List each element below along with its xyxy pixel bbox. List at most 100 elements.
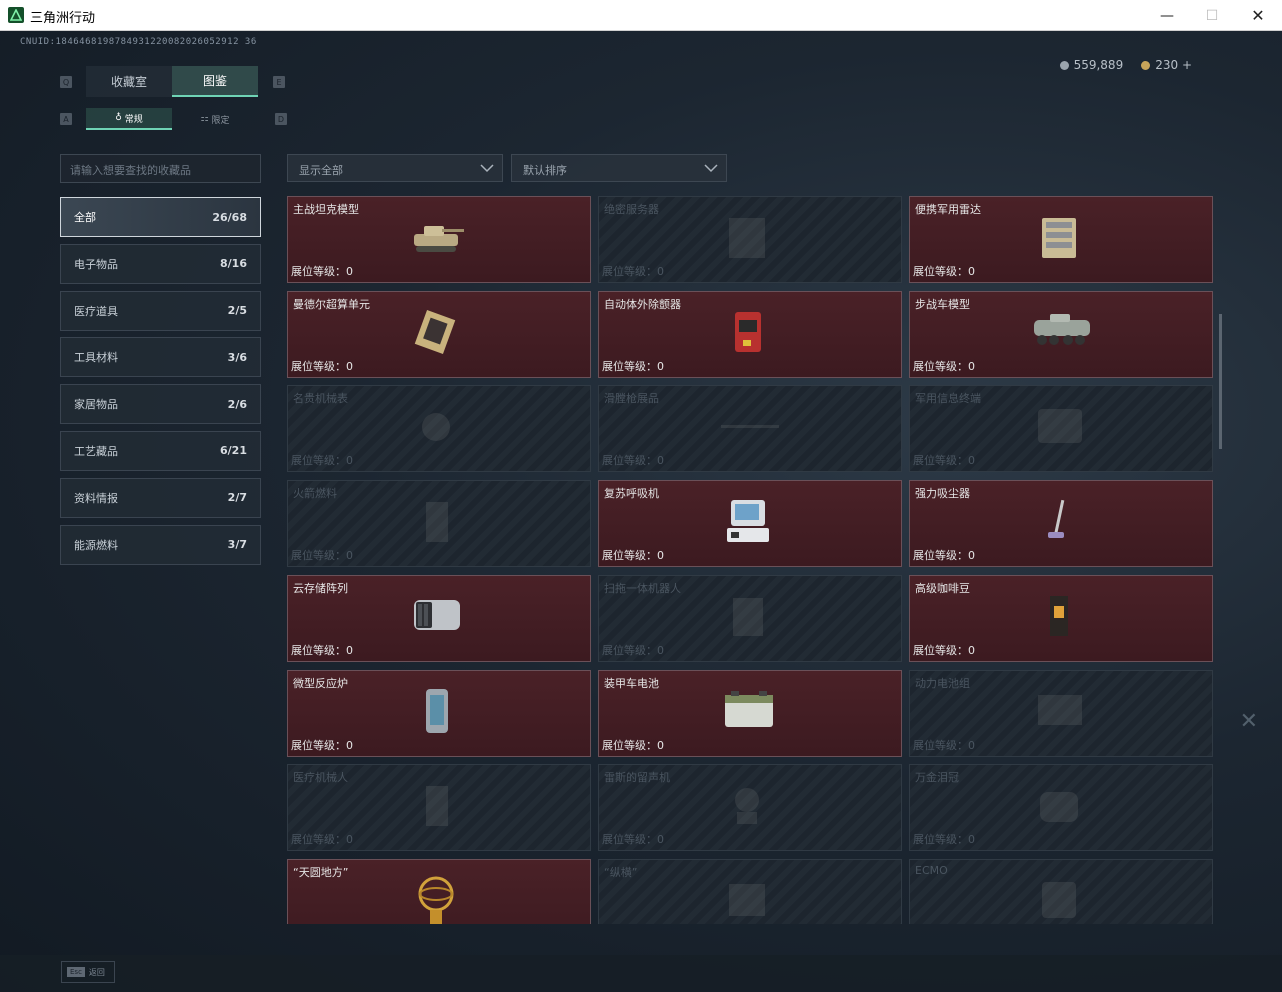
card-title: 名贵机械表 <box>293 392 348 406</box>
category-item[interactable]: 医疗道具 2/5 <box>60 290 261 331</box>
card-title: 万金泪冠 <box>915 771 959 785</box>
search-input[interactable]: 请输入想要查找的收藏品 <box>60 154 261 183</box>
level-value: 0 <box>968 738 975 752</box>
collection-card[interactable]: 名贵机械表展位等级：0 <box>287 385 591 473</box>
category-item[interactable]: 家居物品 2/6 <box>60 384 261 425</box>
collection-card[interactable]: 万金泪冠展位等级：0 <box>909 764 1213 852</box>
item-grid-viewport[interactable]: 主战坦克模型 展位等级：0 绝密服务器 展位等级：0 便携军用雷达 展位等级：0 曼德尔超算… <box>287 196 1215 924</box>
collection-card[interactable]: 火箭燃料 展位等级：0 <box>287 480 591 568</box>
level-value: 0 <box>968 833 975 847</box>
category-label: 工具材料 <box>74 351 118 365</box>
collection-card[interactable]: 主战坦克模型 展位等级：0 <box>287 196 591 283</box>
add-currency-button[interactable]: + <box>1182 58 1192 72</box>
category-label: 能源燃料 <box>74 538 118 552</box>
collection-card[interactable]: 高级咖啡豆 展位等级：0 <box>909 574 1213 662</box>
uid-text: CNUID:1846468198784931220082026052912 36 <box>20 37 257 47</box>
collection-card[interactable]: 医疗机械人 展位等级：0 <box>287 764 591 852</box>
level-label: 展位等级： <box>913 643 968 657</box>
silver-currency: 559,889 <box>1059 58 1123 72</box>
esc-key-icon: Esc <box>67 967 85 977</box>
card-title: 医疗机械人 <box>293 771 348 785</box>
collection-card[interactable]: 绝密服务器展位等级：0 <box>598 196 902 283</box>
subtab-regular[interactable]: ♁ 常规 <box>86 108 172 130</box>
level-value: 0 <box>346 738 353 752</box>
watch-icon <box>408 401 470 457</box>
collection-card[interactable]: ECMO展位等级：0 <box>909 858 1213 924</box>
level-label: 展位等级： <box>291 265 346 278</box>
card-level: 展位等级：0 <box>913 831 975 847</box>
card-title: 云存储阵列 <box>293 581 348 595</box>
kbd-hint-d: D <box>275 113 287 125</box>
card-title: 曼德尔超算单元 <box>293 297 370 311</box>
card-level: 展位等级：0 <box>291 547 353 563</box>
title-bar: 三角洲行动 — ☐ ✕ <box>0 0 1282 31</box>
collection-card[interactable]: 强力吸尘器 展位等级：0 <box>909 480 1213 568</box>
level-value: 0 <box>968 549 975 563</box>
collection-card[interactable]: 滑膛枪展品 展位等级：0 <box>598 385 902 473</box>
robot-icon <box>719 590 781 646</box>
category-item[interactable]: 全部 26/68 <box>60 197 261 237</box>
category-label: 家居物品 <box>74 398 118 412</box>
defibrillator-icon <box>719 306 781 362</box>
collection-card[interactable]: 军用信息终端 展位等级：0 <box>909 385 1213 473</box>
collection-card[interactable]: 动力电池组展位等级：0 <box>909 669 1213 757</box>
collection-card[interactable]: 便携军用雷达 展位等级：0 <box>909 196 1213 283</box>
card-level: 展位等级：0 <box>291 737 353 753</box>
level-label: 展位等级： <box>291 359 346 373</box>
category-item[interactable]: 工具材料 3/6 <box>60 337 261 378</box>
sort-dropdown[interactable]: 默认排序 <box>511 154 727 182</box>
card-title: 扫拖一体机器人 <box>604 581 681 595</box>
collection-card[interactable]: 扫拖一体机器人 展位等级：0 <box>598 574 902 662</box>
collection-card[interactable]: 步战车模型 展位等级：0 <box>909 290 1213 378</box>
category-item[interactable]: 电子物品 8/16 <box>60 243 261 284</box>
minimize-button[interactable]: — <box>1144 0 1190 31</box>
collection-card[interactable]: “天圆地方”展位等级：0 <box>287 858 591 924</box>
collection-card[interactable]: 复苏呼吸机 展位等级：0 <box>598 480 902 568</box>
card-title: “天圆地方” <box>293 865 349 879</box>
level-label: 展位等级： <box>602 643 657 657</box>
level-value: 0 <box>968 359 975 373</box>
category-item[interactable]: 能源燃料 3/7 <box>60 524 261 565</box>
collection-card[interactable]: 雷斯的留声机 展位等级：0 <box>598 764 902 852</box>
card-level: 展位等级：0 <box>291 452 353 468</box>
level-value: 0 <box>346 359 353 373</box>
subtab-limited[interactable]: ⚏ 限定 <box>172 108 258 130</box>
card-title: 军用信息终端 <box>915 392 981 406</box>
card-level: 展位等级：0 <box>602 452 664 468</box>
card-level: 展位等级：0 <box>602 263 664 279</box>
filter-dropdown[interactable]: 显示全部 <box>287 154 503 182</box>
collection-card[interactable]: 自动体外除颤器 展位等级：0 <box>598 290 902 378</box>
tab-catalog[interactable]: 图鉴 <box>172 66 258 97</box>
tab-collection-room[interactable]: 收藏室 <box>86 66 172 97</box>
category-label: 医疗道具 <box>74 304 118 318</box>
level-value: 0 <box>968 454 975 468</box>
category-count: 3/6 <box>227 350 247 364</box>
kbd-hint-a: A <box>60 113 72 125</box>
level-value: 0 <box>968 643 975 657</box>
close-button[interactable]: ✕ <box>1235 0 1281 31</box>
level-label: 展位等级： <box>913 454 968 468</box>
card-level: 展位等级：0 <box>602 358 664 374</box>
collection-card[interactable]: 装甲车电池 展位等级：0 <box>598 669 902 757</box>
coffee-icon <box>1030 590 1092 646</box>
card-title: 动力电池组 <box>915 676 970 690</box>
collection-card[interactable]: 云存储阵列 展位等级：0 <box>287 574 591 662</box>
maximize-button[interactable]: ☐ <box>1189 0 1235 31</box>
collection-card[interactable]: 微型反应炉展位等级：0 <box>287 669 591 757</box>
level-label: 展位等级： <box>602 738 657 752</box>
back-button[interactable]: Esc 返回 <box>61 961 115 983</box>
reactor-icon <box>408 685 470 741</box>
card-title: 步战车模型 <box>915 297 970 311</box>
category-item[interactable]: 工艺藏品 6/21 <box>60 430 261 471</box>
card-title: 微型反应炉 <box>293 676 348 690</box>
ecmo-icon <box>1030 874 1092 924</box>
medical-robot-icon <box>408 780 470 836</box>
card-level: 展位等级：0 <box>913 737 975 753</box>
category-item[interactable]: 资料情报 2/7 <box>60 477 261 518</box>
level-label: 展位等级： <box>602 265 657 278</box>
gold-currency[interactable]: 230 + <box>1141 58 1192 72</box>
collection-card[interactable]: 曼德尔超算单元 展位等级：0 <box>287 290 591 378</box>
grid-scrollbar[interactable] <box>1219 314 1222 449</box>
card-title: 绝密服务器 <box>604 203 659 216</box>
collection-card[interactable]: “纵横”展位等级：0 <box>598 858 902 924</box>
